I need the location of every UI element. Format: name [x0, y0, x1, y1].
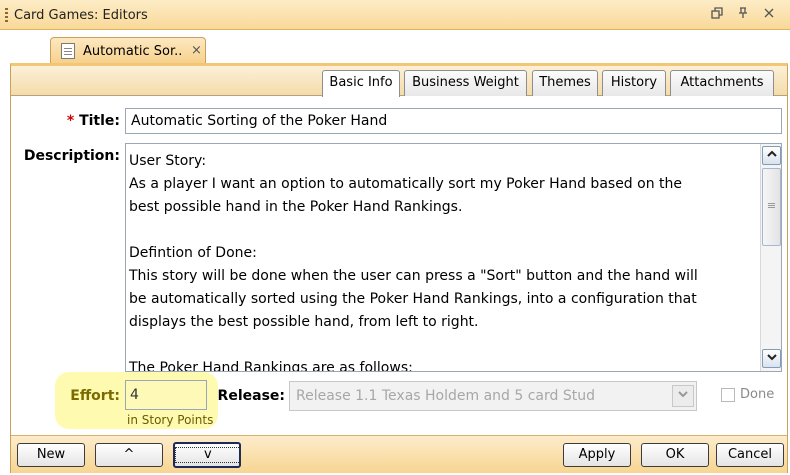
tab-basic-info[interactable]: Basic Info [322, 70, 400, 97]
effort-label: Effort: [70, 388, 120, 404]
move-down-label: v [175, 447, 241, 463]
chevron-down-icon[interactable] [672, 385, 694, 407]
required-marker: * [66, 113, 75, 129]
move-down-button[interactable]: v [173, 442, 241, 468]
window-titlebar: Card Games: Editors [0, 0, 790, 30]
description-paragraph: User Story: As a player I want an option… [129, 153, 683, 215]
description-scrollbar[interactable] [760, 144, 781, 371]
title-label: * Title: [60, 113, 120, 129]
description-content: User Story: As a player I want an option… [129, 150, 754, 372]
document-icon [61, 43, 75, 59]
bottom-button-bar: New ^ v Apply OK Cancel [11, 435, 787, 473]
move-up-button[interactable]: ^ [95, 443, 163, 467]
drag-grip-icon[interactable] [5, 8, 8, 22]
restore-icon[interactable] [709, 7, 725, 23]
effort-unit-label: in Story Points [127, 413, 214, 427]
description-paragraph: Defintion of Done: This story will be do… [129, 245, 698, 330]
title-field[interactable]: Automatic Sorting of the Poker Hand [125, 108, 782, 134]
window-title: Card Games: Editors [14, 8, 148, 23]
release-value: Release 1.1 Texas Holdem and 5 card Stud [296, 388, 595, 404]
tab-close-icon[interactable]: × [191, 43, 202, 58]
close-icon[interactable] [761, 7, 777, 23]
tab-history[interactable]: History [602, 70, 666, 96]
pin-icon[interactable] [735, 7, 751, 23]
apply-button[interactable]: Apply [563, 443, 631, 467]
release-select[interactable]: Release 1.1 Texas Holdem and 5 card Stud [289, 381, 697, 411]
cancel-button[interactable]: Cancel [716, 443, 784, 467]
release-label: Release: [217, 388, 285, 404]
description-paragraph: The Poker Hand Rankings are as follows: [129, 360, 413, 372]
editor-tabbar: Basic Info Business Weight Themes Histor… [11, 66, 787, 97]
description-textarea[interactable]: User Story: As a player I want an option… [125, 143, 782, 372]
effort-field[interactable]: 4 [125, 380, 207, 410]
tab-themes[interactable]: Themes [532, 70, 598, 96]
tab-attachments[interactable]: Attachments [670, 70, 774, 96]
scroll-down-icon[interactable] [762, 349, 781, 368]
document-tab[interactable]: Automatic Sor.. × [50, 37, 206, 64]
scroll-up-icon[interactable] [762, 146, 781, 165]
scroll-thumb[interactable] [762, 168, 781, 246]
document-tabstrip: Automatic Sor.. × [10, 30, 788, 64]
ok-button[interactable]: OK [641, 443, 709, 467]
tab-business-weight[interactable]: Business Weight [404, 70, 527, 96]
done-label: Done [740, 387, 775, 402]
document-tab-label: Automatic Sor.. [83, 44, 183, 59]
description-label: Description: [23, 148, 120, 164]
done-checkbox[interactable] [721, 388, 735, 402]
title-label-text: Title: [79, 113, 120, 129]
new-button[interactable]: New [17, 443, 85, 467]
